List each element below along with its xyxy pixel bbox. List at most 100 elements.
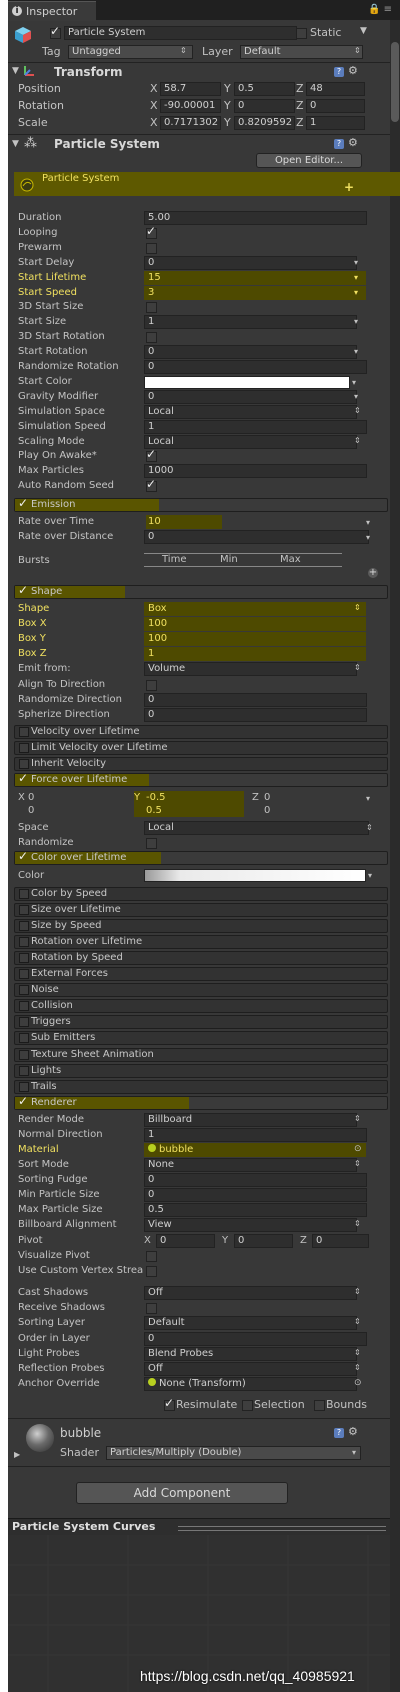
add-curve-icon[interactable]: +: [344, 180, 354, 194]
rotation-y-field[interactable]: 0: [234, 99, 295, 113]
module-lights[interactable]: Lights: [14, 1063, 388, 1078]
randomize-rotation-field[interactable]: 0: [144, 360, 367, 374]
position-y-field[interactable]: 0.5: [234, 82, 295, 96]
start-color-swatch[interactable]: [144, 375, 350, 389]
force-z1-value[interactable]: 0: [264, 792, 270, 803]
lock-icon[interactable]: 🔒 ≡: [368, 4, 392, 15]
module-velocity-over-lifetime[interactable]: Velocity over Lifetime: [14, 725, 388, 739]
module-color-by-speed[interactable]: Color by Speed: [14, 887, 388, 901]
module-limit-velocity-over-lifetime[interactable]: Limit Velocity over Lifetime: [14, 741, 388, 755]
box-x-field[interactable]: 100: [144, 617, 367, 631]
reflection-probes-field[interactable]: Off: [144, 1362, 357, 1376]
transform-foldout-icon[interactable]: ▼: [12, 66, 19, 76]
position-z-field[interactable]: 48: [306, 82, 365, 96]
scrollbar-thumb[interactable]: [391, 42, 399, 122]
gravity-modifier-dropdown-icon[interactable]: ▾: [354, 392, 358, 401]
force-checkmark[interactable]: ✓: [18, 771, 28, 785]
rotation-by-speed-checkbox[interactable]: [19, 953, 29, 964]
scale-z-field[interactable]: 1: [306, 116, 365, 130]
external-forces-checkbox[interactable]: [19, 969, 29, 980]
gravity-modifier-field[interactable]: 0: [144, 389, 357, 404]
module-collision[interactable]: Collision: [14, 999, 388, 1014]
module-texture-sheet-animation[interactable]: Texture Sheet Animation: [14, 1047, 388, 1062]
module-noise[interactable]: Noise: [14, 983, 388, 998]
gear-icon[interactable]: ⚙: [348, 1425, 358, 1438]
start-speed-field[interactable]: 3: [144, 286, 357, 300]
open-editor-button[interactable]: Open Editor...: [256, 153, 362, 168]
module-triggers[interactable]: Triggers: [14, 1015, 388, 1030]
custom-vertex-streams-checkbox[interactable]: [146, 1266, 157, 1277]
collision-checkbox[interactable]: [19, 1001, 29, 1012]
force-z2-value[interactable]: 0: [264, 805, 270, 816]
anchor-override-picker-icon[interactable]: ⊙: [354, 1378, 362, 1388]
module-renderer[interactable]: ✓ Renderer: [14, 1094, 388, 1110]
spherize-direction-field[interactable]: 0: [144, 707, 367, 722]
align-to-direction-checkbox[interactable]: [146, 679, 157, 691]
limit-velocity-over-lifetime-checkbox[interactable]: [19, 743, 29, 753]
pivot-x-field[interactable]: 0: [156, 1234, 215, 1248]
rate-over-time-field[interactable]: [144, 515, 369, 529]
gear-icon[interactable]: ⚙: [348, 136, 358, 149]
cast-shadows-field[interactable]: Off: [144, 1286, 357, 1300]
rate-over-distance-field[interactable]: 0: [144, 530, 369, 544]
size-over-lifetime-checkbox[interactable]: [19, 905, 29, 916]
render-mode-field[interactable]: Billboard: [144, 1113, 357, 1127]
start-lifetime-dropdown-icon[interactable]: ▾: [354, 273, 358, 282]
force-randomize-checkbox[interactable]: [146, 838, 157, 849]
color-over-lifetime-checkmark[interactable]: ✓: [18, 849, 28, 863]
shader-dropdown[interactable]: Particles/Multiply (Double): [106, 1446, 361, 1460]
static-dropdown-icon[interactable]: ▼: [360, 26, 367, 36]
static-checkbox[interactable]: [296, 28, 307, 39]
help-icon[interactable]: ?: [334, 67, 344, 77]
tag-dropdown[interactable]: Untagged: [68, 45, 193, 59]
min-particle-size-field[interactable]: 0: [144, 1188, 367, 1202]
max-particles-field[interactable]: 1000: [144, 464, 367, 479]
normal-direction-field[interactable]: 1: [144, 1128, 367, 1142]
pivot-y-field[interactable]: 0: [234, 1234, 293, 1248]
selection-checkbox[interactable]: [242, 1400, 253, 1411]
particle-system-foldout-icon[interactable]: ▼: [12, 139, 19, 149]
lights-checkbox[interactable]: [19, 1065, 29, 1076]
material-foldout-icon[interactable]: ▶: [14, 1450, 20, 1459]
module-size-over-lifetime[interactable]: Size over Lifetime: [14, 903, 388, 918]
box-z-field[interactable]: 1: [144, 647, 367, 661]
start-color-dropdown-icon[interactable]: ▾: [352, 378, 356, 387]
receive-shadows-checkbox[interactable]: [146, 1303, 157, 1315]
module-external-forces[interactable]: External Forces: [14, 967, 388, 982]
triggers-checkbox[interactable]: [19, 1017, 29, 1028]
start-speed-dropdown-icon[interactable]: ▾: [354, 288, 358, 297]
3d-start-size-checkbox[interactable]: [146, 302, 157, 314]
force-dropdown-icon[interactable]: ▾: [366, 794, 370, 803]
scaling-mode-field[interactable]: Local: [144, 434, 357, 449]
pivot-z-field[interactable]: 0: [312, 1234, 369, 1248]
color-gradient-field[interactable]: [144, 869, 366, 882]
module-shape[interactable]: ✓ Shape: [14, 583, 388, 599]
bounds-checkbox[interactable]: [314, 1400, 325, 1411]
trails-checkbox[interactable]: [19, 1081, 29, 1092]
box-y-field[interactable]: 100: [144, 632, 367, 646]
module-rotation-by-speed[interactable]: Rotation by Speed: [14, 951, 388, 966]
start-size-dropdown-icon[interactable]: ▾: [354, 317, 358, 326]
module-trails[interactable]: Trails: [14, 1079, 388, 1094]
sort-mode-field[interactable]: None: [144, 1158, 357, 1172]
module-inherit-velocity[interactable]: Inherit Velocity: [14, 757, 388, 771]
duration-field[interactable]: 5.00: [144, 211, 367, 225]
anchor-override-field[interactable]: None (Transform): [144, 1377, 357, 1392]
material-picker-icon[interactable]: ⊙: [354, 1144, 362, 1154]
start-lifetime-field[interactable]: 15: [144, 271, 357, 285]
force-x1-value[interactable]: 0: [28, 792, 34, 803]
module-rotation-over-lifetime[interactable]: Rotation over Lifetime: [14, 935, 388, 950]
object-name-field[interactable]: Particle System: [64, 26, 297, 40]
rotation-over-lifetime-checkbox[interactable]: [19, 937, 29, 948]
module-emission[interactable]: ✓ Emission: [14, 496, 388, 512]
start-delay-field[interactable]: 0: [144, 255, 357, 270]
force-x2-value[interactable]: 0: [28, 805, 34, 816]
shape-checkmark[interactable]: ✓: [18, 583, 28, 597]
sub-emitters-checkbox[interactable]: [19, 1033, 29, 1044]
color-by-speed-checkbox[interactable]: [19, 889, 29, 899]
curves-panel-header[interactable]: Particle System Curves: [8, 1519, 390, 1535]
emit-from-field[interactable]: Volume: [144, 662, 357, 677]
force-space-select[interactable]: Local: [144, 821, 369, 835]
3d-start-rotation-checkbox[interactable]: [146, 332, 157, 344]
color-gradient-dropdown-icon[interactable]: ▾: [368, 871, 372, 880]
